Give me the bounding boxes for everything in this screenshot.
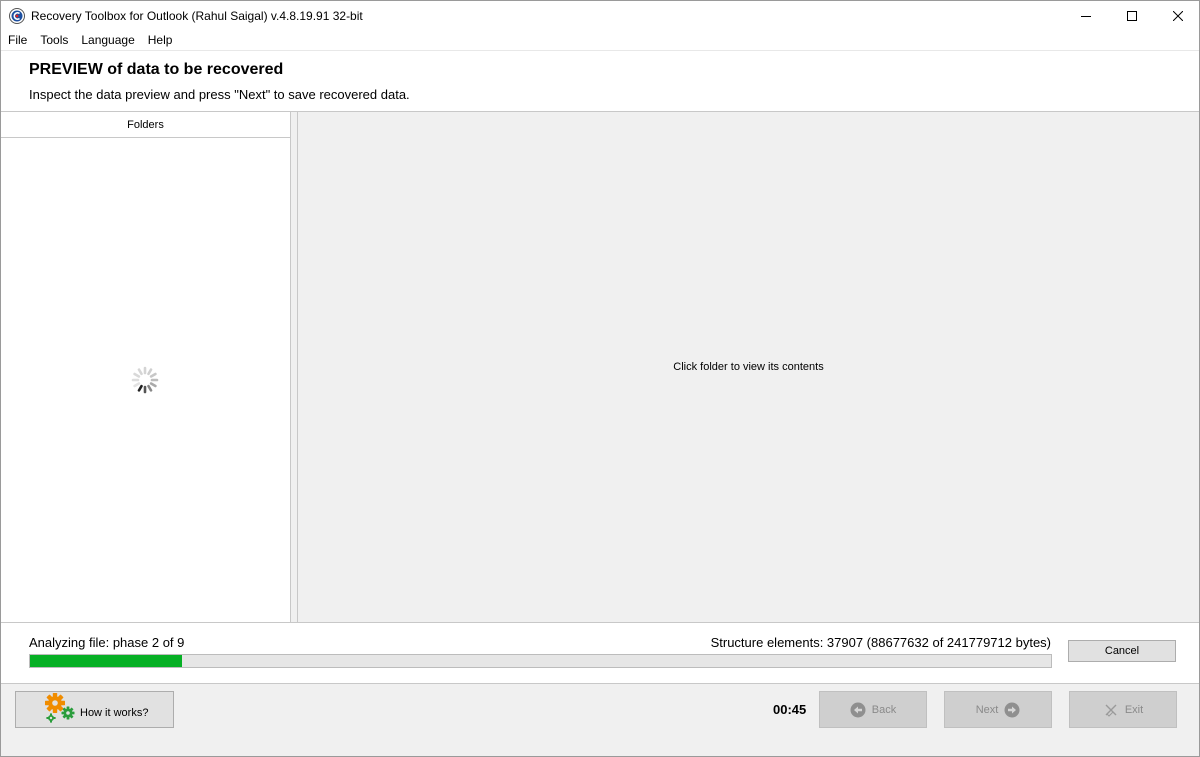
recovery-toolbox-icon [9, 8, 25, 24]
exit-label: Exit [1124, 703, 1144, 716]
bottom-bar: How it works? 00:45 Back Next Exit [1, 683, 1199, 756]
structure-status: Structure elements: 37907 (88677632 of 2… [710, 635, 1051, 650]
main-area: Folders Click folder to view its content… [1, 111, 1199, 623]
close-button[interactable] [1155, 1, 1200, 31]
minimize-icon [1081, 16, 1091, 17]
back-button[interactable]: Back [819, 691, 927, 728]
folders-pane[interactable]: Folders [1, 112, 291, 622]
next-button[interactable]: Next [944, 691, 1052, 728]
menu-help[interactable]: Help [141, 31, 179, 50]
progress-bar-fill [30, 655, 182, 667]
pane-splitter[interactable] [291, 112, 298, 622]
progress-bar [29, 654, 1052, 668]
maximize-button[interactable] [1109, 1, 1155, 31]
app-window: Recovery Toolbox for Outlook (Rahul Saig… [0, 0, 1200, 757]
gears-icon [45, 692, 75, 723]
window-title: Recovery Toolbox for Outlook (Rahul Saig… [31, 9, 363, 23]
arrow-right-circle-icon [1004, 702, 1020, 717]
exit-button[interactable]: Exit [1069, 691, 1177, 728]
loading-spinner-icon [131, 366, 159, 394]
back-label: Back [871, 703, 897, 716]
menu-file[interactable]: File [1, 31, 33, 50]
exit-icon [1105, 704, 1117, 717]
close-icon [1173, 11, 1183, 21]
elapsed-timer: 00:45 [773, 702, 807, 717]
contents-pane[interactable]: Click folder to view its contents [298, 112, 1199, 622]
folders-header: Folders [1, 112, 290, 138]
arrow-left-circle-icon [850, 702, 866, 717]
phase-status: Analyzing file: phase 2 of 9 [29, 635, 185, 650]
progress-area: Analyzing file: phase 2 of 9 Structure e… [1, 623, 1199, 683]
next-label: Next [975, 703, 999, 716]
page-subtitle: Inspect the data preview and press "Next… [29, 87, 410, 102]
cancel-button[interactable]: Cancel [1068, 640, 1176, 662]
page-header: PREVIEW of data to be recovered Inspect … [1, 50, 1199, 111]
title-bar[interactable]: Recovery Toolbox for Outlook (Rahul Saig… [1, 1, 1199, 31]
menu-tools[interactable]: Tools [33, 31, 74, 50]
how-it-works-button[interactable]: How it works? [15, 691, 174, 728]
maximize-icon [1127, 11, 1137, 21]
contents-message: Click folder to view its contents [673, 361, 824, 373]
how-it-works-label: How it works? [80, 706, 149, 719]
menu-bar: File Tools Language Help [1, 31, 1199, 50]
menu-language[interactable]: Language [74, 31, 140, 50]
minimize-button[interactable] [1063, 1, 1109, 31]
page-title: PREVIEW of data to be recovered [29, 61, 284, 78]
